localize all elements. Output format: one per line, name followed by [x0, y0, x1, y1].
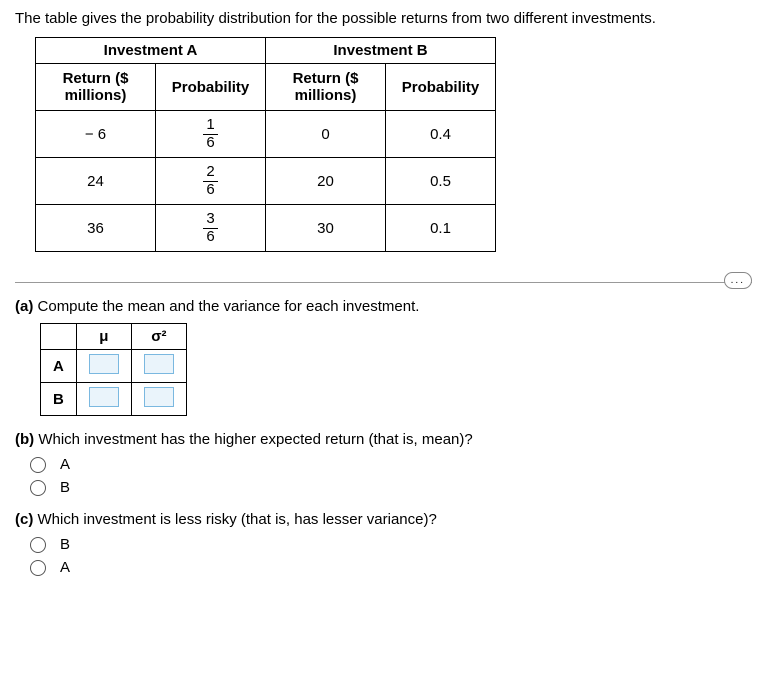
radio-icon — [30, 537, 46, 553]
radio-label: A — [60, 456, 70, 473]
cell-return: 36 — [36, 205, 156, 252]
col-return-a: Return ($ millions) — [36, 64, 156, 111]
question-c: (c) Which investment is less risky (that… — [15, 511, 752, 576]
radio-label: B — [60, 536, 70, 553]
cell-return: − 6 — [36, 111, 156, 158]
col-prob-b: Probability — [386, 64, 496, 111]
separator — [15, 282, 752, 283]
mu-header: μ — [76, 324, 131, 350]
col-prob-a: Probability — [156, 64, 266, 111]
input-b-sigma2[interactable] — [144, 387, 174, 407]
header-investment-b: Investment B — [266, 38, 496, 64]
cell-prob: 16 — [156, 111, 266, 158]
more-button[interactable]: ... — [724, 272, 752, 289]
qb-text: Which investment has the higher expected… — [38, 431, 472, 448]
table-row: 24 26 20 0.5 — [36, 158, 496, 205]
input-cell — [76, 383, 131, 416]
radio-label: B — [60, 479, 70, 496]
cell-prob: 36 — [156, 205, 266, 252]
question-b: (b) Which investment has the higher expe… — [15, 431, 752, 496]
qa-text: Compute the mean and the variance for ea… — [38, 298, 420, 315]
cell-prob: 26 — [156, 158, 266, 205]
intro-text: The table gives the probability distribu… — [15, 10, 752, 27]
qb-label: (b) — [15, 431, 34, 448]
radio-icon — [30, 560, 46, 576]
input-a-mu[interactable] — [89, 354, 119, 374]
cell-return: 30 — [266, 205, 386, 252]
cell-prob: 0.5 — [386, 158, 496, 205]
cell-return: 20 — [266, 158, 386, 205]
question-a: (a) Compute the mean and the variance fo… — [15, 298, 752, 416]
qc-text: Which investment is less risky (that is,… — [38, 511, 437, 528]
input-a-sigma2[interactable] — [144, 354, 174, 374]
radio-option-c2[interactable]: A — [30, 559, 752, 576]
header-investment-a: Investment A — [36, 38, 266, 64]
qc-label: (c) — [15, 511, 33, 528]
input-cell — [76, 350, 131, 383]
radio-option-c1[interactable]: B — [30, 536, 752, 553]
distribution-table: Investment A Investment B Return ($ mill… — [35, 37, 496, 252]
cell-return: 0 — [266, 111, 386, 158]
row-b-label: B — [41, 383, 77, 416]
table-row: − 6 16 0 0.4 — [36, 111, 496, 158]
stats-input-table: μ σ² A B — [40, 323, 187, 416]
input-b-mu[interactable] — [89, 387, 119, 407]
radio-option-b1[interactable]: A — [30, 456, 752, 473]
radio-icon — [30, 480, 46, 496]
table-row: 36 36 30 0.1 — [36, 205, 496, 252]
input-cell — [131, 383, 186, 416]
col-return-b: Return ($ millions) — [266, 64, 386, 111]
radio-label: A — [60, 559, 70, 576]
radio-icon — [30, 457, 46, 473]
cell-prob: 0.4 — [386, 111, 496, 158]
radio-option-b2[interactable]: B — [30, 479, 752, 496]
qa-label: (a) — [15, 298, 33, 315]
cell-return: 24 — [36, 158, 156, 205]
sigma2-header: σ² — [131, 324, 186, 350]
row-a-label: A — [41, 350, 77, 383]
cell-prob: 0.1 — [386, 205, 496, 252]
input-cell — [131, 350, 186, 383]
corner-cell — [41, 324, 77, 350]
